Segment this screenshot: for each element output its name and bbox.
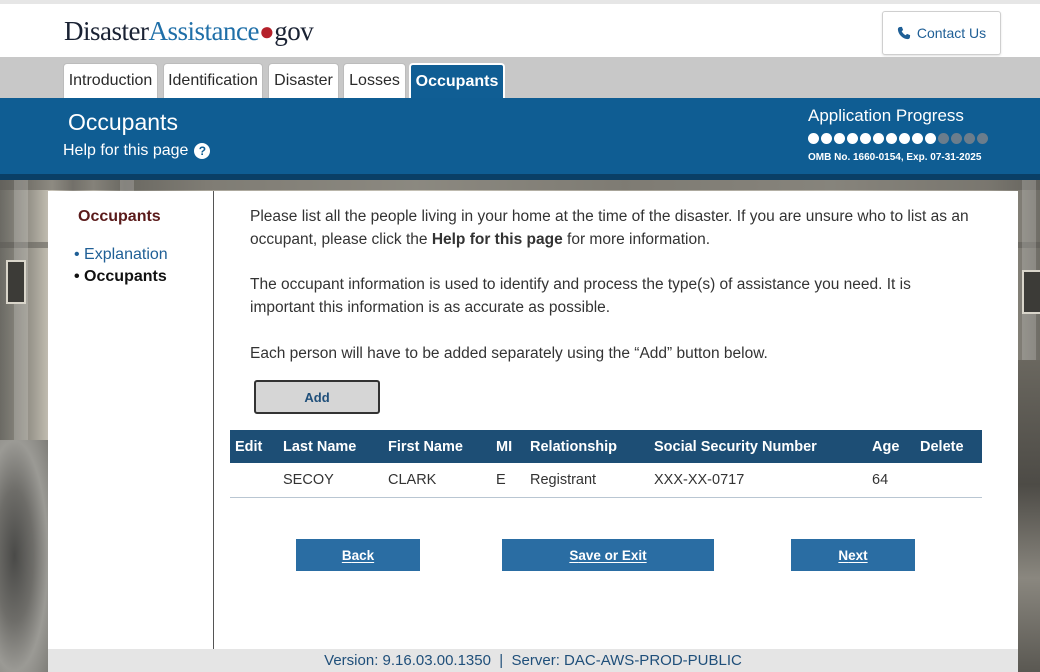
- tab-losses[interactable]: Losses: [343, 63, 406, 98]
- progress-dot-pending: [977, 133, 988, 144]
- sidenav-item-occupants: • Occupants: [74, 268, 167, 285]
- col-mi: MI: [491, 430, 525, 463]
- cell-mi: E: [491, 463, 525, 498]
- site-header: DisasterAssistance●gov Contact Us: [0, 0, 1040, 57]
- tab-identification[interactable]: Identification: [163, 63, 263, 98]
- progress-indicator: [808, 133, 988, 144]
- save-label: ave or Exit: [578, 547, 647, 563]
- cell-first-name: CLARK: [383, 463, 491, 498]
- cell-ssn: XXX-XX-0717: [649, 463, 867, 498]
- col-age: Age: [867, 430, 915, 463]
- save-or-exit-button[interactable]: Save or Exit: [502, 539, 714, 571]
- tab-label: Losses: [349, 72, 400, 89]
- contact-us-button[interactable]: Contact Us: [882, 11, 1001, 55]
- save-hotkey: S: [569, 547, 579, 563]
- progress-dot-complete: [860, 133, 871, 144]
- table-row: SECOY CLARK E Registrant XXX-XX-0717 64: [230, 463, 982, 498]
- col-edit: Edit: [230, 430, 278, 463]
- col-ssn: Social Security Number: [649, 430, 867, 463]
- intro-help-reference: Help for this page: [431, 231, 563, 248]
- tab-label: Introduction: [68, 72, 153, 89]
- content-panel: Occupants • Explanation • Occupants Plea…: [48, 191, 1018, 649]
- progress-dot-pending: [938, 133, 949, 144]
- phone-icon: [897, 26, 910, 40]
- tab-label: Disaster: [274, 72, 333, 89]
- sidenav-item-explanation[interactable]: • Explanation: [74, 246, 168, 264]
- next-hotkey: N: [838, 547, 849, 563]
- sidenav-item-label: Occupants: [84, 268, 167, 285]
- back-hotkey: B: [341, 547, 352, 563]
- tab-label: Occupants: [415, 72, 499, 90]
- progress-dot-pending: [951, 133, 962, 144]
- version-footer: Version: 9.16.03.00.1350 | Server: DAC-A…: [48, 649, 1018, 672]
- info-paragraph: The occupant information is used to iden…: [250, 276, 911, 316]
- table-header-row: Edit Last Name First Name MI Relationshi…: [230, 430, 982, 463]
- page-banner: Occupants Help for this page ? Applicati…: [0, 98, 1040, 180]
- add-occupant-button[interactable]: Add: [254, 380, 380, 414]
- progress-dot-complete: [808, 133, 819, 144]
- col-first-name: First Name: [383, 430, 491, 463]
- tab-occupants[interactable]: Occupants: [409, 63, 505, 98]
- col-relationship: Relationship: [525, 430, 649, 463]
- back-button[interactable]: Back: [296, 539, 420, 571]
- col-last-name: Last Name: [278, 430, 383, 463]
- contact-us-label: Contact Us: [916, 25, 987, 41]
- page-title: Occupants: [68, 109, 178, 135]
- tab-introduction[interactable]: Introduction: [63, 63, 158, 98]
- sidenav-item-label: Explanation: [84, 246, 168, 263]
- progress-dot-complete: [886, 133, 897, 144]
- sidenav-heading: Occupants: [78, 208, 161, 225]
- cell-last-name: SECOY: [278, 463, 383, 498]
- site-logo[interactable]: DisasterAssistance●gov: [64, 16, 314, 47]
- tab-bar: Introduction Identification Disaster Los…: [0, 57, 1040, 98]
- progress-dot-complete: [925, 133, 936, 144]
- cell-age: 64: [867, 463, 915, 498]
- tab-label: Identification: [168, 72, 258, 89]
- col-delete: Delete: [915, 430, 982, 463]
- next-label: ext: [848, 547, 868, 563]
- progress-dot-complete: [847, 133, 858, 144]
- help-label: Help for this page: [63, 142, 189, 159]
- progress-dot-pending: [964, 133, 975, 144]
- question-icon: ?: [194, 143, 211, 159]
- omb-number: OMB No. 1660-0154, Exp. 07-31-2025: [808, 152, 982, 163]
- progress-dot-complete: [834, 133, 845, 144]
- next-button[interactable]: Next: [791, 539, 915, 571]
- add-instructions: Each person will have to be added separa…: [250, 345, 768, 362]
- progress-label: Application Progress: [808, 106, 964, 125]
- progress-dot-complete: [821, 133, 832, 144]
- help-link[interactable]: Help for this page ?: [63, 142, 211, 160]
- cell-delete[interactable]: [915, 463, 982, 498]
- intro-paragraph: Please list all the people living in you…: [250, 205, 970, 251]
- cell-edit[interactable]: [230, 463, 278, 498]
- progress-dot-complete: [899, 133, 910, 144]
- intro-text-end: for more information.: [562, 231, 711, 248]
- tab-disaster[interactable]: Disaster: [268, 63, 339, 98]
- side-navigation: Occupants • Explanation • Occupants: [48, 191, 214, 649]
- cell-relationship: Registrant: [525, 463, 649, 498]
- progress-dot-complete: [873, 133, 884, 144]
- occupants-table: Edit Last Name First Name MI Relationshi…: [230, 430, 982, 498]
- back-label: ack: [351, 547, 375, 563]
- progress-dot-complete: [912, 133, 923, 144]
